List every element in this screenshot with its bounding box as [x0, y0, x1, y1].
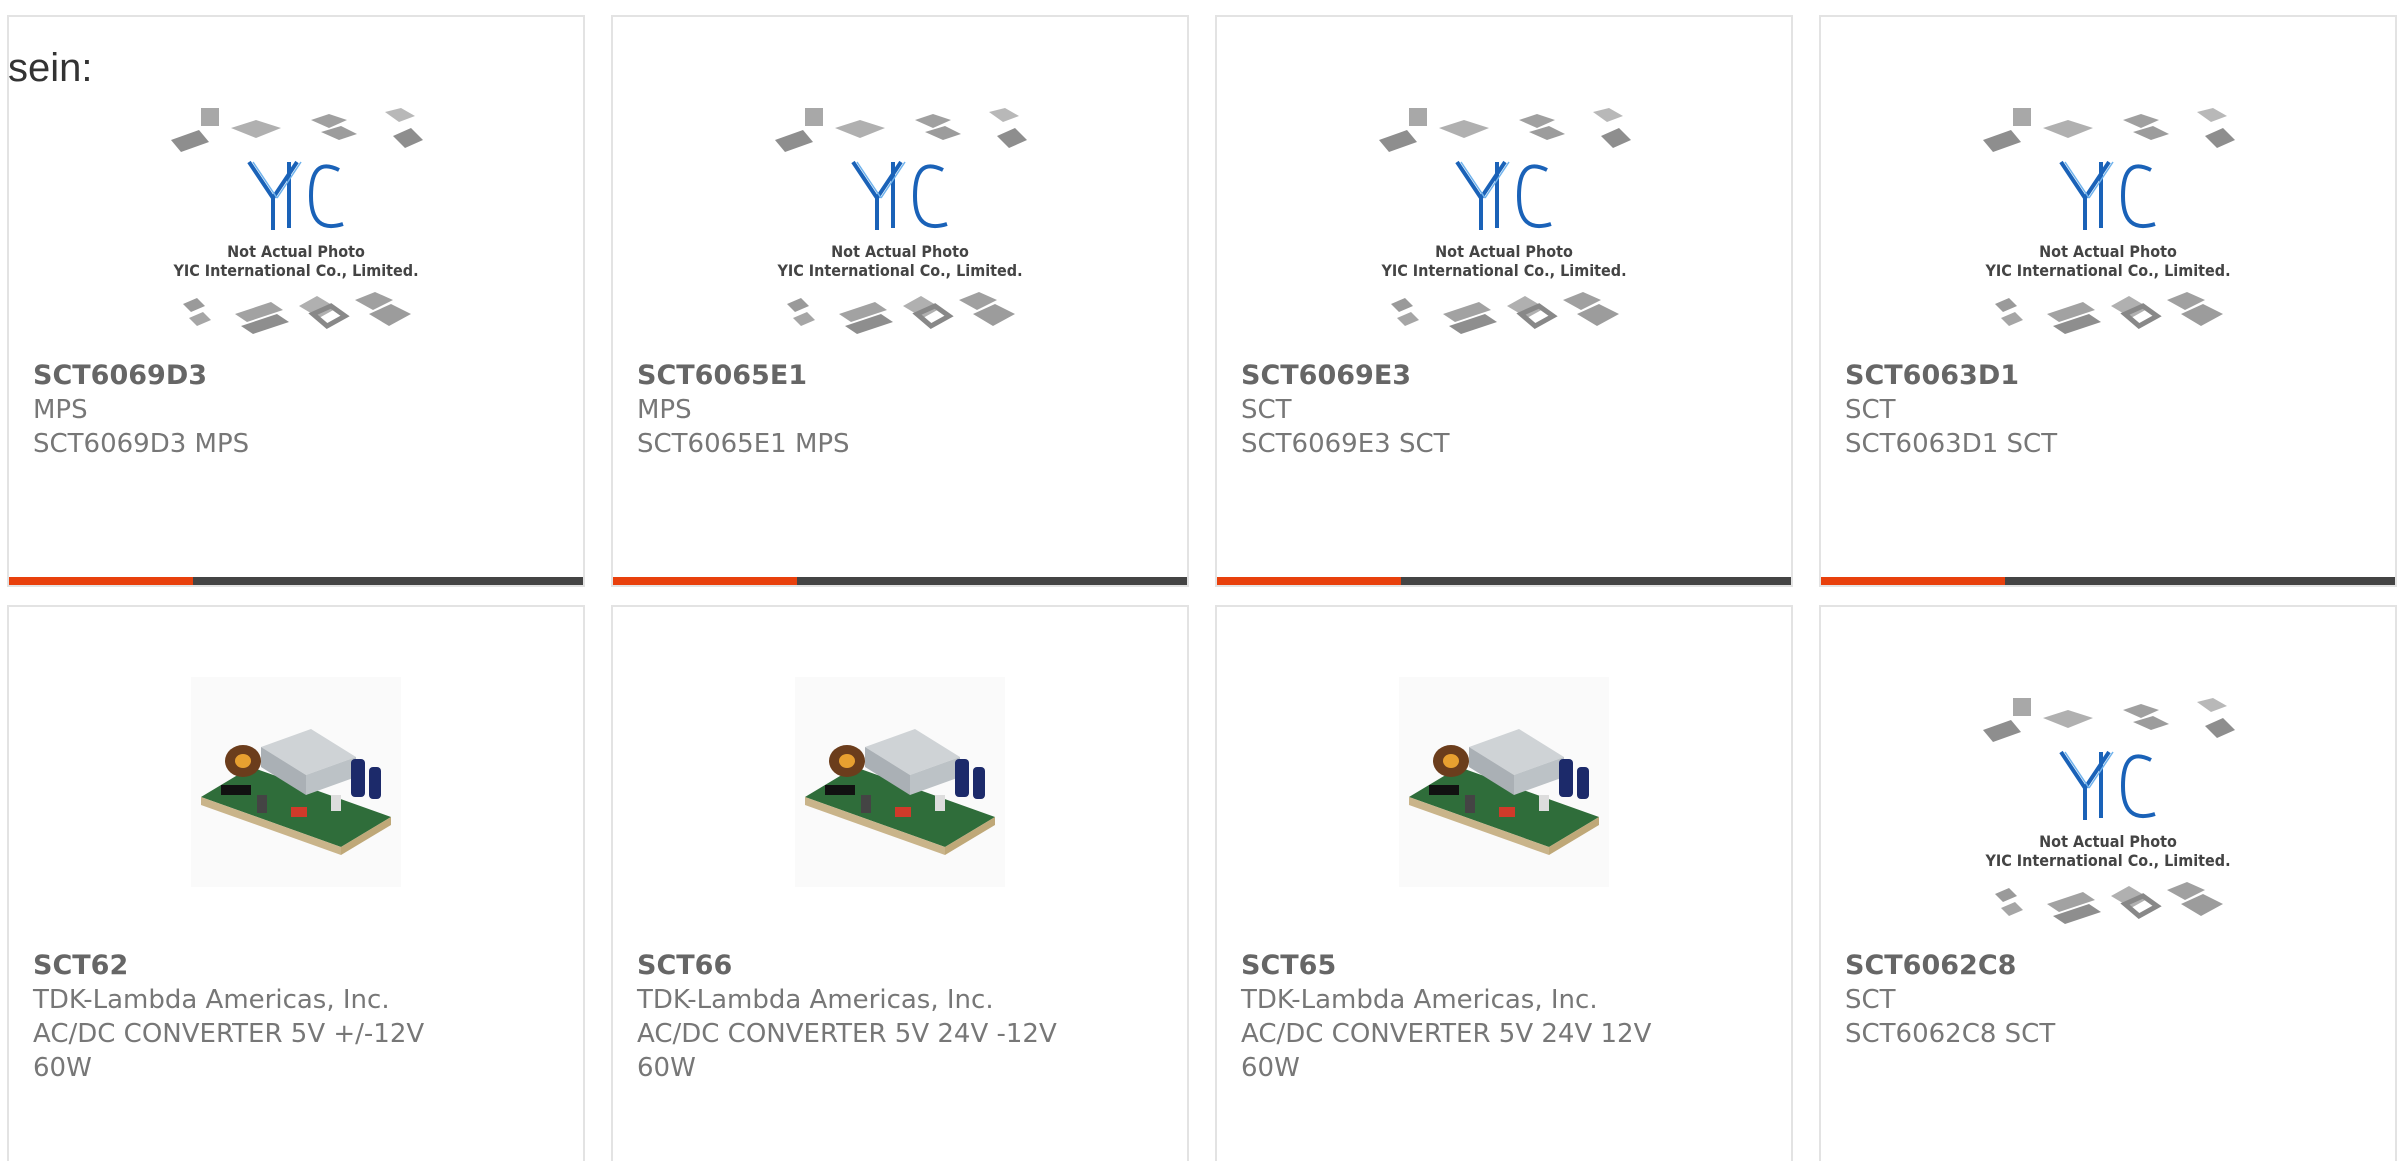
yic-logo-icon: [247, 160, 344, 230]
product-info: SCT6062C8 SCT SCT6062C8 SCT: [1845, 949, 2375, 1051]
product-thumbnail[interactable]: Not Actual Photo YIC International Co., …: [1217, 102, 1791, 362]
placeholder-line2: YIC International Co., Limited.: [1380, 261, 1626, 280]
placeholder-line1: Not Actual Photo: [831, 242, 969, 261]
placeholder-line1: Not Actual Photo: [1435, 242, 1573, 261]
product-part-number[interactable]: SCT66: [637, 949, 1167, 983]
product-desc1: AC/DC CONVERTER 5V 24V -12V: [637, 1019, 1057, 1049]
product-desc1: SCT6069D3 MPS: [33, 429, 250, 459]
placeholder-line1: Not Actual Photo: [227, 242, 365, 261]
placeholder-chips-image: Not Actual Photo YIC International Co., …: [1983, 698, 2235, 924]
placeholder-chips-image: Not Actual Photo YIC International Co., …: [1983, 108, 2235, 334]
product-part-number[interactable]: SCT6069D3: [33, 359, 563, 393]
yic-logo-icon: [2059, 160, 2156, 230]
product-desc2: 60W: [637, 1053, 696, 1083]
intro-text: sein:: [8, 46, 93, 90]
placeholder-line1: Not Actual Photo: [2039, 242, 2177, 261]
product-maker: TDK-Lambda Americas, Inc.: [637, 985, 994, 1015]
product-desc1: AC/DC CONVERTER 5V 24V 12V: [1241, 1019, 1652, 1049]
product-maker: TDK-Lambda Americas, Inc.: [1241, 985, 1598, 1015]
product-thumbnail[interactable]: [613, 677, 1187, 937]
card-bottom-bar: [1821, 577, 2395, 585]
product-info: SCT6065E1 MPS SCT6065E1 MPS: [637, 359, 1167, 461]
product-desc1: SCT6069E3 SCT: [1241, 429, 1450, 459]
product-desc2: 60W: [1241, 1053, 1300, 1083]
card-accent-bar: [1821, 577, 2005, 585]
power-supply-image: [1399, 677, 1609, 887]
placeholder-line2: YIC International Co., Limited.: [1984, 261, 2230, 280]
product-thumbnail[interactable]: Not Actual Photo YIC International Co., …: [1821, 102, 2395, 362]
product-grid-page: sein: Not Actual Photo YIC International…: [0, 0, 2400, 1161]
product-thumbnail[interactable]: [9, 677, 583, 937]
card-accent-bar: [1217, 577, 1401, 585]
yic-logo-icon: [2059, 750, 2156, 820]
product-thumbnail[interactable]: Not Actual Photo YIC International Co., …: [9, 102, 583, 362]
placeholder-chips-image: Not Actual Photo YIC International Co., …: [171, 108, 423, 334]
placeholder-line2: YIC International Co., Limited.: [1984, 851, 2230, 870]
placeholder-chips-image: Not Actual Photo YIC International Co., …: [775, 108, 1027, 334]
product-card[interactable]: Not Actual Photo YIC International Co., …: [1819, 605, 2397, 1161]
product-info: SCT6069E3 SCT SCT6069E3 SCT: [1241, 359, 1771, 461]
product-info: SCT6063D1 SCT SCT6063D1 SCT: [1845, 359, 2375, 461]
product-maker: TDK-Lambda Americas, Inc.: [33, 985, 390, 1015]
product-desc1: SCT6062C8 SCT: [1845, 1019, 2056, 1049]
product-info: SCT6069D3 MPS SCT6069D3 MPS: [33, 359, 563, 461]
product-maker: MPS: [637, 395, 692, 425]
product-card[interactable]: SCT65 TDK-Lambda Americas, Inc. AC/DC CONV…: [1215, 605, 1793, 1161]
placeholder-line1: Not Actual Photo: [2039, 832, 2177, 851]
product-desc2: 60W: [33, 1053, 92, 1083]
placeholder-chips-image: Not Actual Photo YIC International Co., …: [1379, 108, 1631, 334]
product-card[interactable]: SCT66 TDK-Lambda Americas, Inc. AC/DC CONV…: [611, 605, 1189, 1161]
product-part-number[interactable]: SCT6063D1: [1845, 359, 2375, 393]
product-maker: SCT: [1845, 985, 1896, 1015]
product-card[interactable]: Not Actual Photo YIC International Co., …: [1819, 15, 2397, 587]
yic-logo-icon: [851, 160, 948, 230]
product-part-number[interactable]: SCT6062C8: [1845, 949, 2375, 983]
product-part-number[interactable]: SCT6069E3: [1241, 359, 1771, 393]
yic-logo-icon: [1455, 160, 1552, 230]
placeholder-line2: YIC International Co., Limited.: [172, 261, 418, 280]
product-info: SCT66 TDK-Lambda Americas, Inc. AC/DC CONV…: [637, 949, 1167, 1085]
product-desc1: SCT6063D1 SCT: [1845, 429, 2058, 459]
power-supply-image: [795, 677, 1005, 887]
product-thumbnail[interactable]: [1217, 677, 1791, 937]
product-thumbnail[interactable]: Not Actual Photo YIC International Co., …: [1821, 692, 2395, 952]
product-info: SCT62 TDK-Lambda Americas, Inc. AC/DC CONV…: [33, 949, 563, 1085]
product-part-number[interactable]: SCT6065E1: [637, 359, 1167, 393]
product-part-number[interactable]: SCT65: [1241, 949, 1771, 983]
product-info: SCT65 TDK-Lambda Americas, Inc. AC/DC CONV…: [1241, 949, 1771, 1085]
card-accent-bar: [613, 577, 797, 585]
product-card[interactable]: Not Actual Photo YIC International Co., …: [1215, 15, 1793, 587]
product-maker: SCT: [1845, 395, 1896, 425]
product-part-number[interactable]: SCT62: [33, 949, 563, 983]
card-bottom-bar: [1217, 577, 1791, 585]
product-card[interactable]: Not Actual Photo YIC International Co., …: [611, 15, 1189, 587]
product-desc1: SCT6065E1 MPS: [637, 429, 850, 459]
placeholder-line2: YIC International Co., Limited.: [776, 261, 1022, 280]
product-thumbnail[interactable]: Not Actual Photo YIC International Co., …: [613, 102, 1187, 362]
product-maker: MPS: [33, 395, 88, 425]
card-bottom-bar: [613, 577, 1187, 585]
power-supply-image: [191, 677, 401, 887]
card-bottom-bar: [9, 577, 583, 585]
product-card[interactable]: Not Actual Photo YIC International Co., …: [7, 15, 585, 587]
product-maker: SCT: [1241, 395, 1292, 425]
card-accent-bar: [9, 577, 193, 585]
product-desc1: AC/DC CONVERTER 5V +/-12V: [33, 1019, 425, 1049]
product-card[interactable]: SCT62 TDK-Lambda Americas, Inc. AC/DC CONV…: [7, 605, 585, 1161]
